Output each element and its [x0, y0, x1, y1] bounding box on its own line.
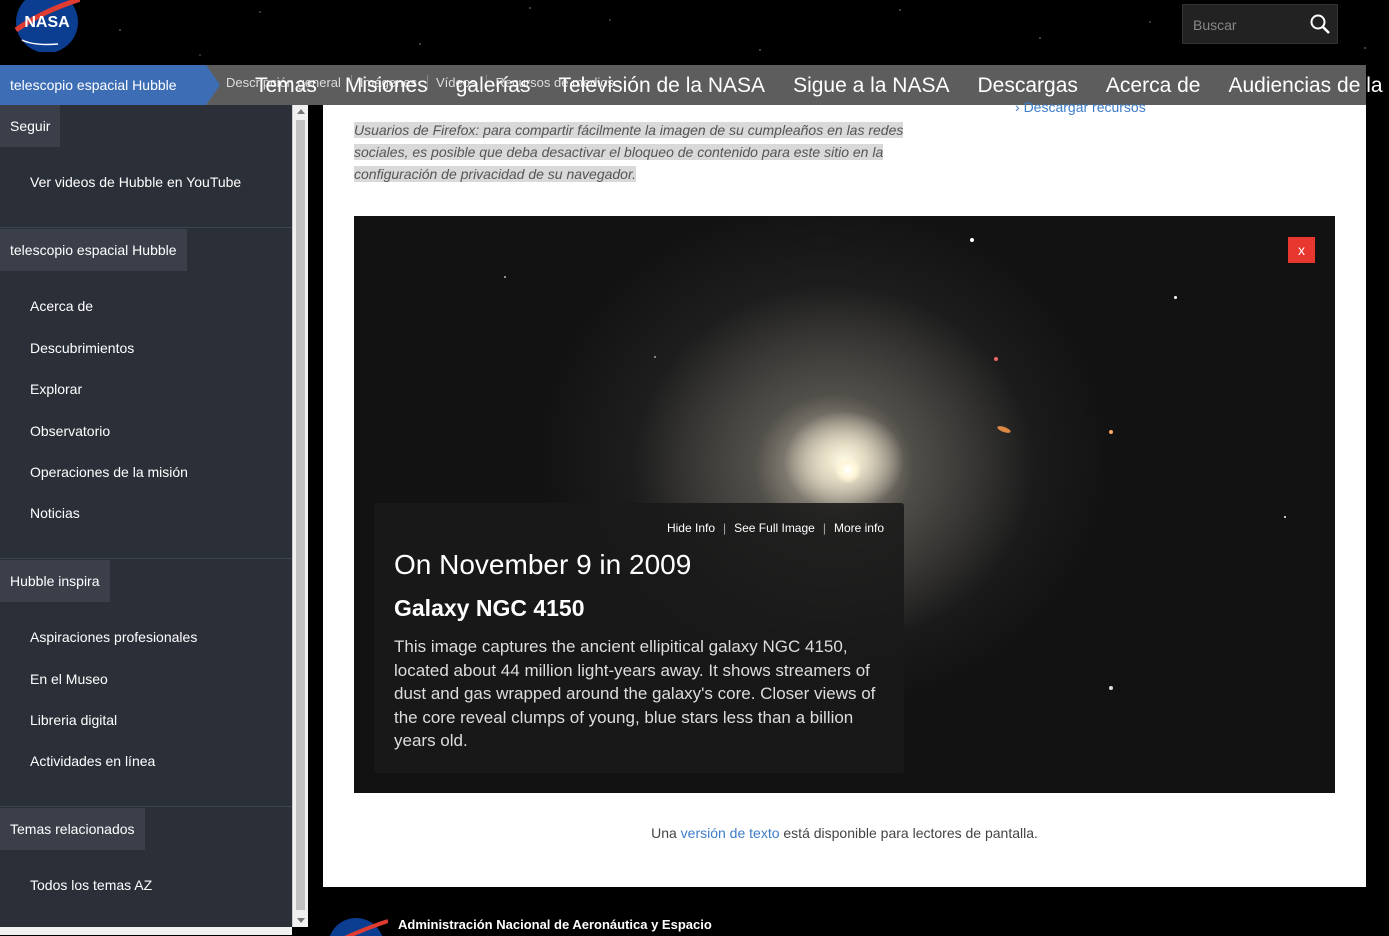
birthday-image-hero: x Hide Info | See Full Image | More info… [354, 216, 1335, 793]
sidebar-scrollbar[interactable] [292, 105, 308, 927]
hubble-breadcrumb-tab[interactable]: telescopio espacial Hubble [0, 65, 220, 105]
see-full-image-link[interactable]: See Full Image [734, 521, 815, 535]
sidebar-item-careers[interactable]: Aspiraciones profesionales [30, 629, 197, 645]
sidebar-item-about[interactable]: Acerca de [30, 298, 93, 314]
sidebar-item-digital-library[interactable]: Libreria digital [30, 712, 117, 728]
link-separator: | [822, 521, 826, 535]
main-nav: Temas Misiones galerías Televisión de la… [255, 74, 1389, 98]
sidebar-divider [0, 558, 292, 559]
footer-nasa-logo-icon[interactable] [328, 916, 388, 936]
sidebar-item-explore[interactable]: Explorar [30, 381, 82, 397]
info-panel: Hide Info | See Full Image | More info O… [374, 503, 904, 773]
footer-agency-name: Administración Nacional de Aeronáutica y… [398, 917, 712, 932]
image-description: This image captures the ancient ellipiti… [394, 637, 876, 750]
hide-info-link[interactable]: Hide Info [667, 521, 715, 535]
sidebar-item-mission-ops[interactable]: Operaciones de la misión [30, 464, 188, 480]
more-info-link[interactable]: More info [834, 521, 884, 535]
nav-audiences[interactable]: Audiencias de la NASA [1228, 74, 1389, 98]
sidebar-item-youtube[interactable]: Ver videos de Hubble en YouTube [30, 174, 241, 190]
sidebar-horizontal-scrollbar[interactable] [0, 927, 292, 935]
scroll-down-arrow-icon[interactable] [297, 918, 305, 923]
sidebar-divider [0, 227, 292, 228]
firefox-note: Usuarios de Firefox: para compartir fáci… [354, 122, 904, 182]
top-nav-bar: telescopio espacial Hubble Descripción g… [0, 65, 1389, 105]
sidebar-item-online-activities[interactable]: Actividades en línea [30, 753, 155, 769]
sidebar-item-all-topics[interactable]: Todos los temas AZ [30, 877, 152, 893]
text-version-link[interactable]: versión de texto [681, 825, 780, 841]
birthday-date: On November 9 in 2009 [394, 549, 692, 580]
info-links: Hide Info | See Full Image | More info [667, 521, 884, 535]
close-button[interactable]: x [1288, 237, 1315, 263]
search-box [1182, 4, 1338, 44]
nasa-logo-text: NASA [24, 14, 70, 31]
screenreader-note: Una versión de texto está disponible par… [651, 825, 1038, 841]
nav-missions[interactable]: Misiones [345, 74, 428, 98]
nav-downloads[interactable]: Descargas [978, 74, 1078, 98]
search-input[interactable] [1191, 14, 1305, 36]
search-icon[interactable] [1309, 13, 1331, 35]
sidebar-section-inspires[interactable]: Hubble inspira [0, 560, 110, 602]
nav-topics[interactable]: Temas [255, 74, 317, 98]
sidebar-item-museum[interactable]: En el Museo [30, 671, 108, 687]
scrollbar-thumb[interactable] [296, 120, 305, 910]
nasa-logo[interactable]: NASA [14, 0, 80, 52]
nav-nasa-tv[interactable]: Televisión de la NASA [558, 74, 765, 98]
image-title: Galaxy NGC 4150 [394, 595, 585, 621]
nav-about[interactable]: Acerca de [1106, 74, 1201, 98]
link-separator: | [723, 521, 727, 535]
sidebar-section-hubble[interactable]: telescopio espacial Hubble [0, 229, 187, 271]
sidebar-item-news[interactable]: Noticias [30, 505, 80, 521]
sidebar-section-related[interactable]: Temas relacionados [0, 808, 145, 850]
sidebar-item-observatory[interactable]: Observatorio [30, 423, 110, 439]
nav-follow-nasa[interactable]: Sigue a la NASA [793, 74, 949, 98]
sidebar-divider [0, 806, 292, 807]
download-resources-link[interactable]: › Descargar recursos [1015, 99, 1146, 115]
sidebar: Seguir Ver videos de Hubble en YouTube t… [0, 105, 292, 935]
nav-galleries[interactable]: galerías [456, 74, 531, 98]
sidebar-section-follow[interactable]: Seguir [0, 105, 61, 147]
main-content: › Descargar recursos Usuarios de Firefox… [323, 99, 1366, 887]
sidebar-item-discoveries[interactable]: Descubrimientos [30, 340, 134, 356]
scroll-up-arrow-icon[interactable] [297, 109, 305, 114]
